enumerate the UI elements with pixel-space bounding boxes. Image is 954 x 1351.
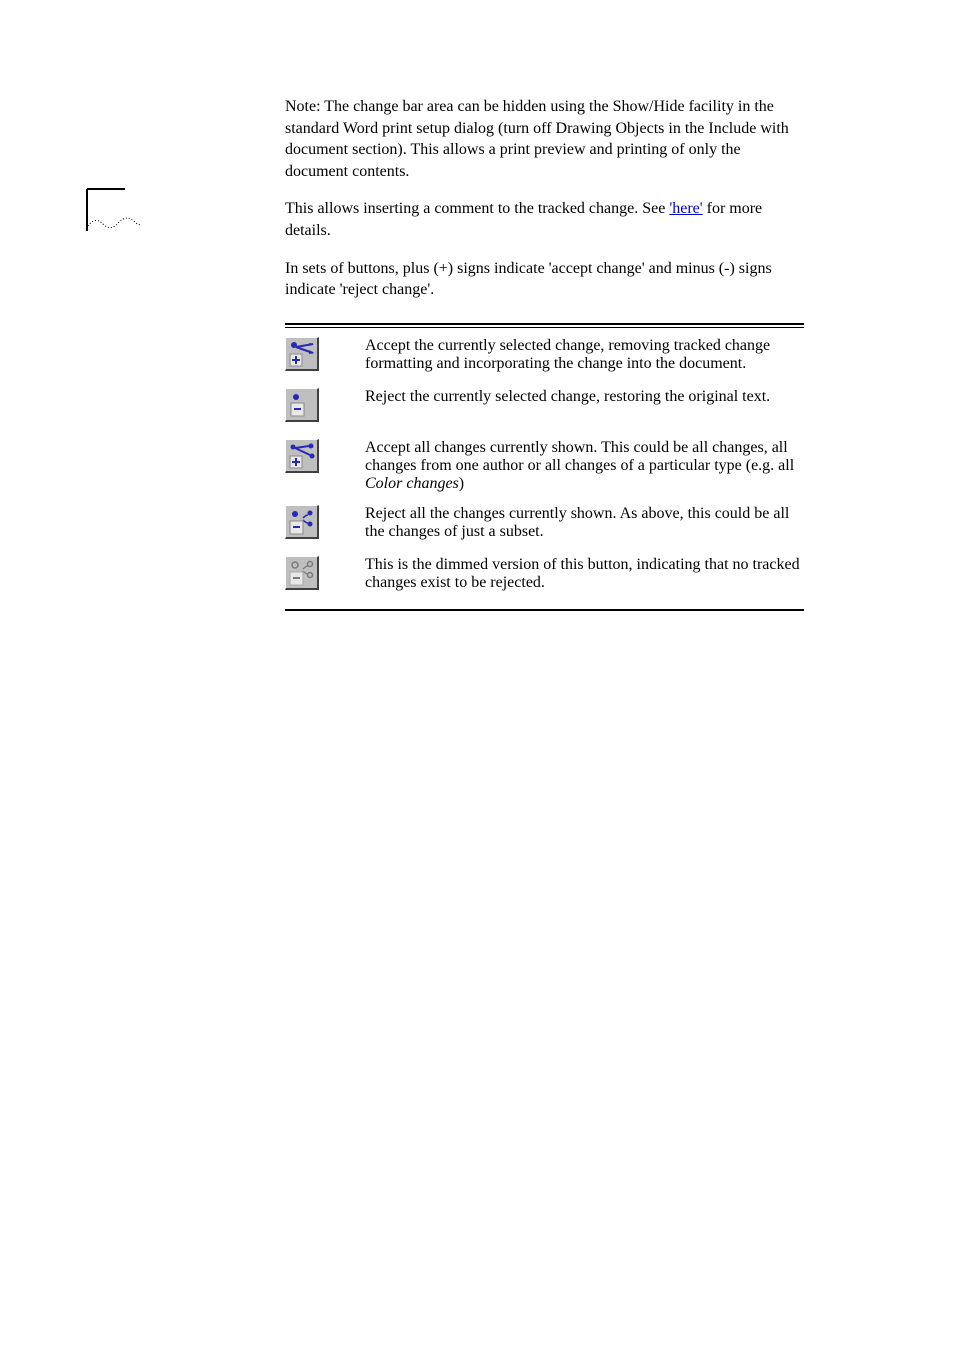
- signs-paragraph: In sets of buttons, plus (+) signs indic…: [285, 258, 804, 301]
- table-row: Accept all changes currently shown. This…: [285, 433, 804, 499]
- reject-all-shown-icon: [285, 505, 319, 539]
- table-cell-text: This is the dimmed version of this butto…: [365, 550, 804, 601]
- note-margin-icon: [85, 186, 145, 236]
- here-link[interactable]: 'here': [669, 200, 702, 217]
- row3-suffix: ): [459, 475, 464, 492]
- table-cell-text: Reject all the changes currently shown. …: [365, 499, 804, 550]
- comment-prefix: This allows inserting a comment to the t…: [285, 200, 669, 217]
- note-paragraph: Note: The change bar area can be hidden …: [285, 96, 804, 182]
- table-top-rule: [285, 323, 804, 325]
- table-row: Accept the currently selected change, re…: [285, 331, 804, 382]
- table-cell-text: Accept the currently selected change, re…: [365, 331, 804, 382]
- table-cell-text: Accept all changes currently shown. This…: [365, 433, 804, 499]
- row3-prefix: Accept all changes currently shown. This…: [365, 439, 794, 474]
- table-cell-text: Reject the currently selected change, re…: [365, 382, 804, 433]
- table-bottom-rule: [285, 609, 804, 611]
- table-top-rule2: [285, 327, 804, 328]
- accept-all-shown-icon: [285, 439, 319, 473]
- reject-change-icon: [285, 388, 319, 422]
- icon-table: Accept the currently selected change, re…: [285, 331, 804, 601]
- row3-italic: Color changes: [365, 475, 459, 492]
- accept-change-icon: [285, 337, 319, 371]
- comment-paragraph: This allows inserting a comment to the t…: [285, 198, 804, 241]
- reject-all-disabled-icon: [285, 556, 319, 590]
- table-row: Reject the currently selected change, re…: [285, 382, 804, 433]
- table-row: Reject all the changes currently shown. …: [285, 499, 804, 550]
- table-row: This is the dimmed version of this butto…: [285, 550, 804, 601]
